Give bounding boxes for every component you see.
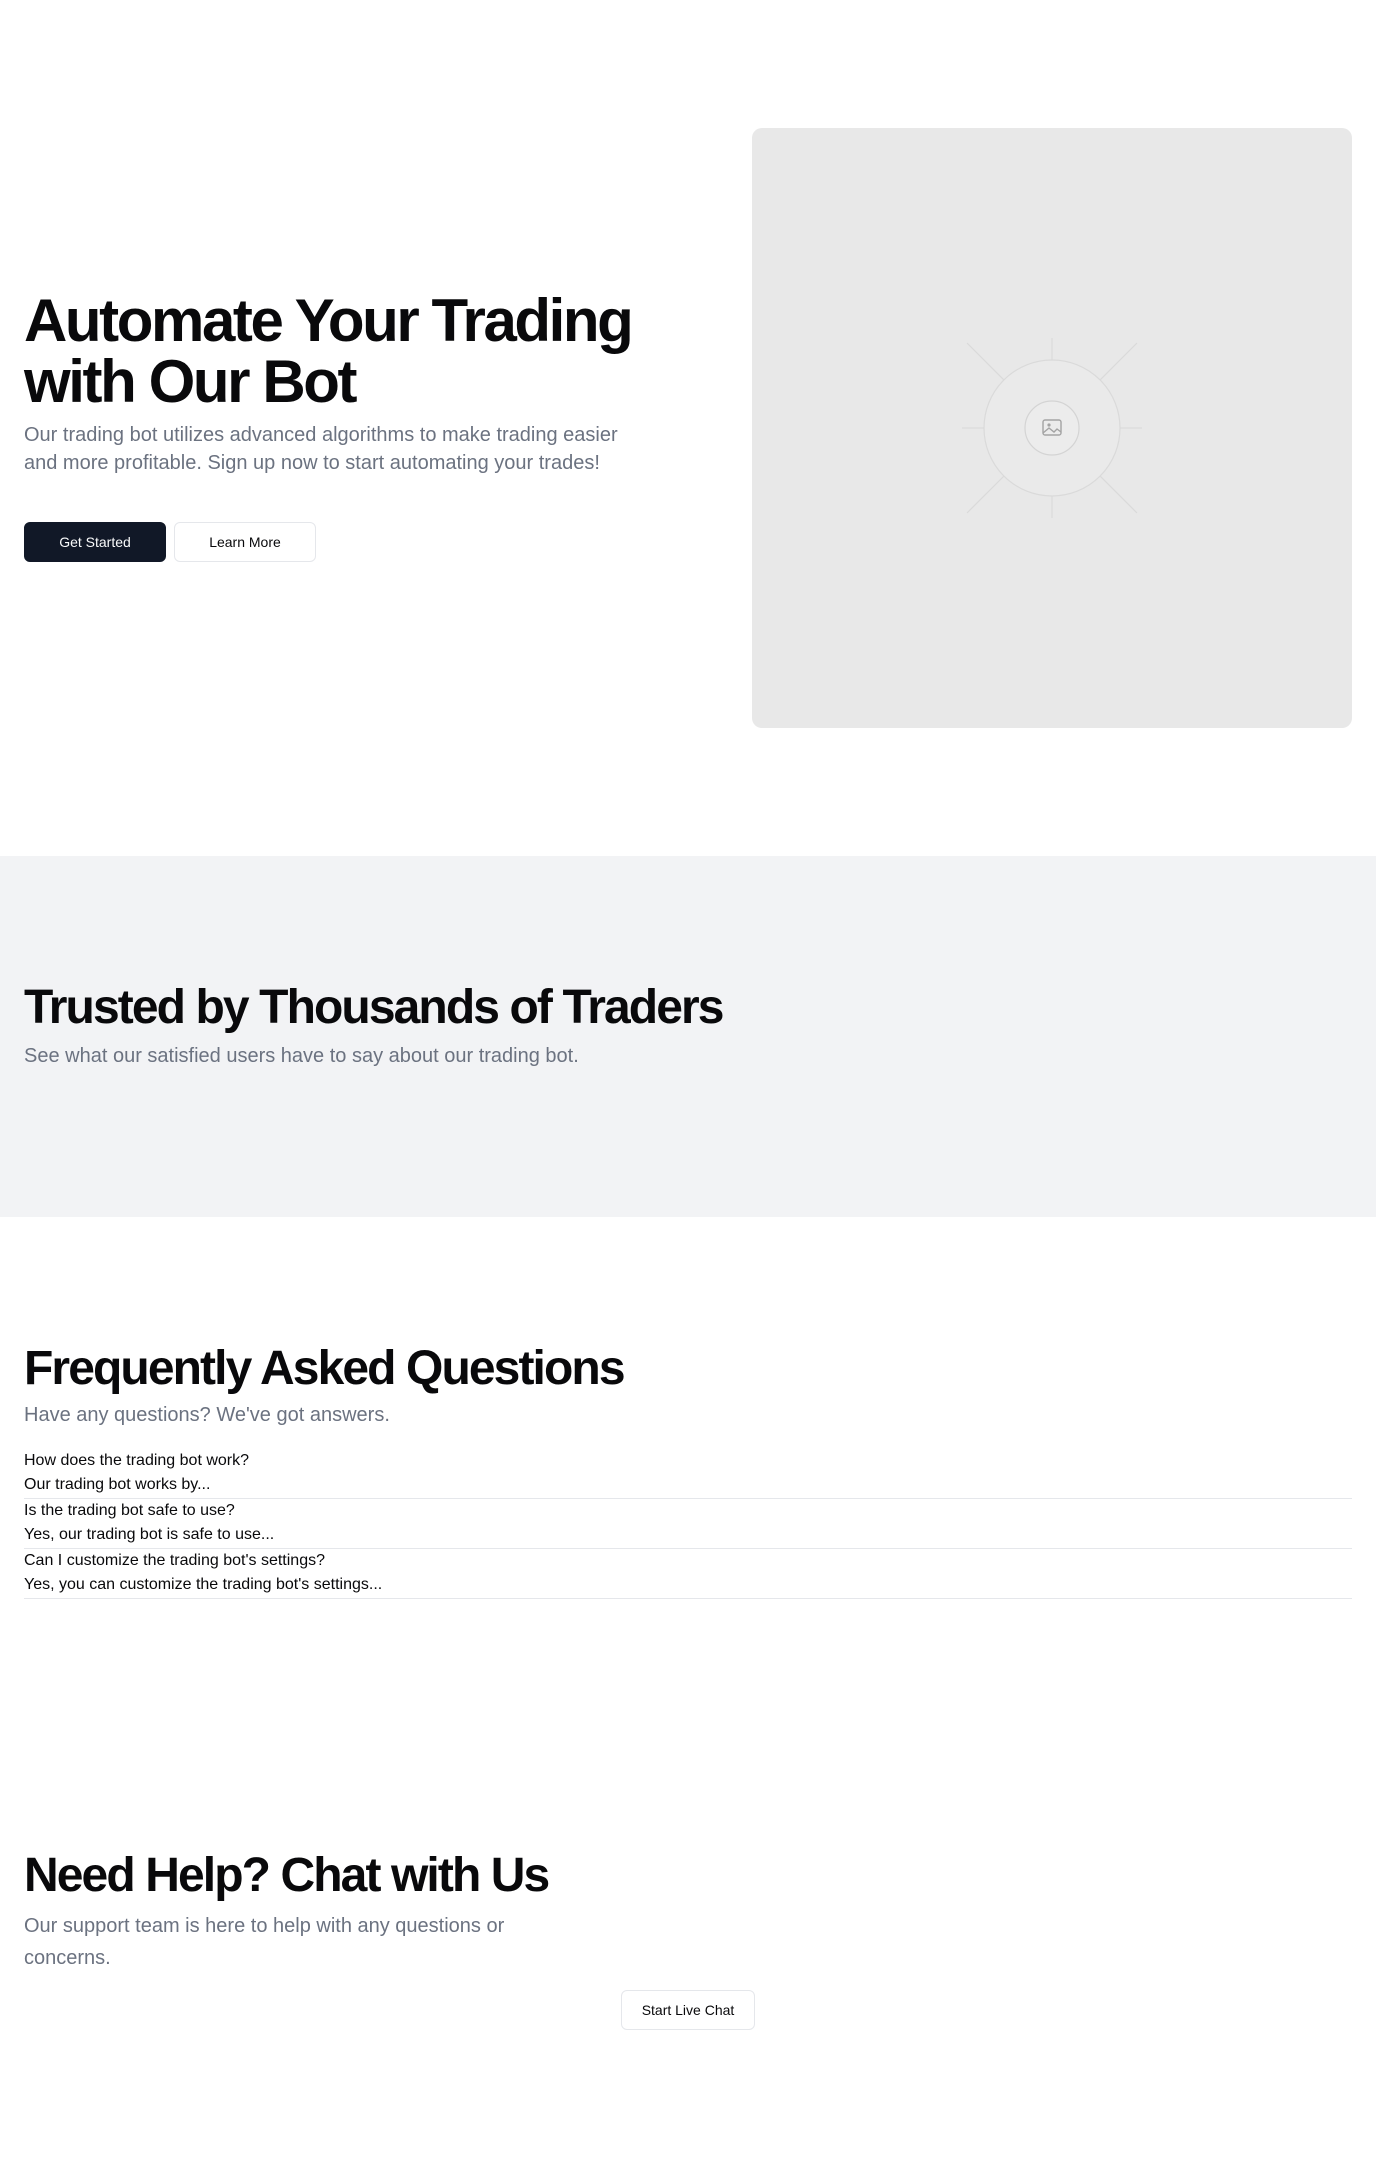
support-section: Need Help? Chat with Us Our support team… bbox=[0, 1677, 1376, 2157]
faq-subtitle: Have any questions? We've got answers. bbox=[24, 1404, 390, 1426]
faq-answer: Our trading bot works by... bbox=[24, 1476, 211, 1493]
faq-question[interactable]: Is the trading bot safe to use? bbox=[24, 1499, 1352, 1523]
testimonials-title: Trusted by Thousands of Traders bbox=[24, 981, 724, 1034]
faq-answer: Yes, you can customize the trading bot's… bbox=[24, 1576, 383, 1593]
testimonials-subtitle: See what our satisfied users have to say… bbox=[24, 1045, 579, 1067]
faq-section: Frequently Asked Questions Have any ques… bbox=[0, 1217, 1376, 1677]
get-started-button[interactable]: Get Started bbox=[24, 522, 166, 562]
support-title: Need Help? Chat with Us bbox=[24, 1849, 550, 1902]
start-live-chat-button[interactable]: Start Live Chat bbox=[621, 1990, 755, 2030]
hero-subtitle: Our trading bot utilizes advanced algori… bbox=[24, 424, 618, 474]
faq-title: Frequently Asked Questions bbox=[24, 1342, 626, 1395]
hero-image-placeholder bbox=[752, 128, 1352, 728]
learn-more-button[interactable]: Learn More bbox=[174, 522, 316, 562]
faq-answer: Yes, our trading bot is safe to use... bbox=[24, 1526, 275, 1543]
faq-item: How does the trading bot work? Our tradi… bbox=[24, 1449, 1352, 1499]
faq-list: How does the trading bot work? Our tradi… bbox=[24, 1449, 1352, 1599]
image-placeholder-graphic bbox=[962, 338, 1142, 518]
faq-question[interactable]: How does the trading bot work? bbox=[24, 1449, 1352, 1473]
testimonials-section: Trusted by Thousands of Traders See what… bbox=[0, 856, 1376, 1217]
support-subtitle: Our support team is here to help with an… bbox=[24, 1915, 505, 1969]
faq-question[interactable]: Can I customize the trading bot's settin… bbox=[24, 1549, 1352, 1573]
hero-section: Automate Your Trading with Our Bot Our t… bbox=[0, 0, 1376, 856]
hero-title: Automate Your Trading with Our Bot bbox=[24, 287, 634, 415]
faq-item: Can I customize the trading bot's settin… bbox=[24, 1549, 1352, 1599]
faq-item: Is the trading bot safe to use? Yes, our… bbox=[24, 1499, 1352, 1549]
